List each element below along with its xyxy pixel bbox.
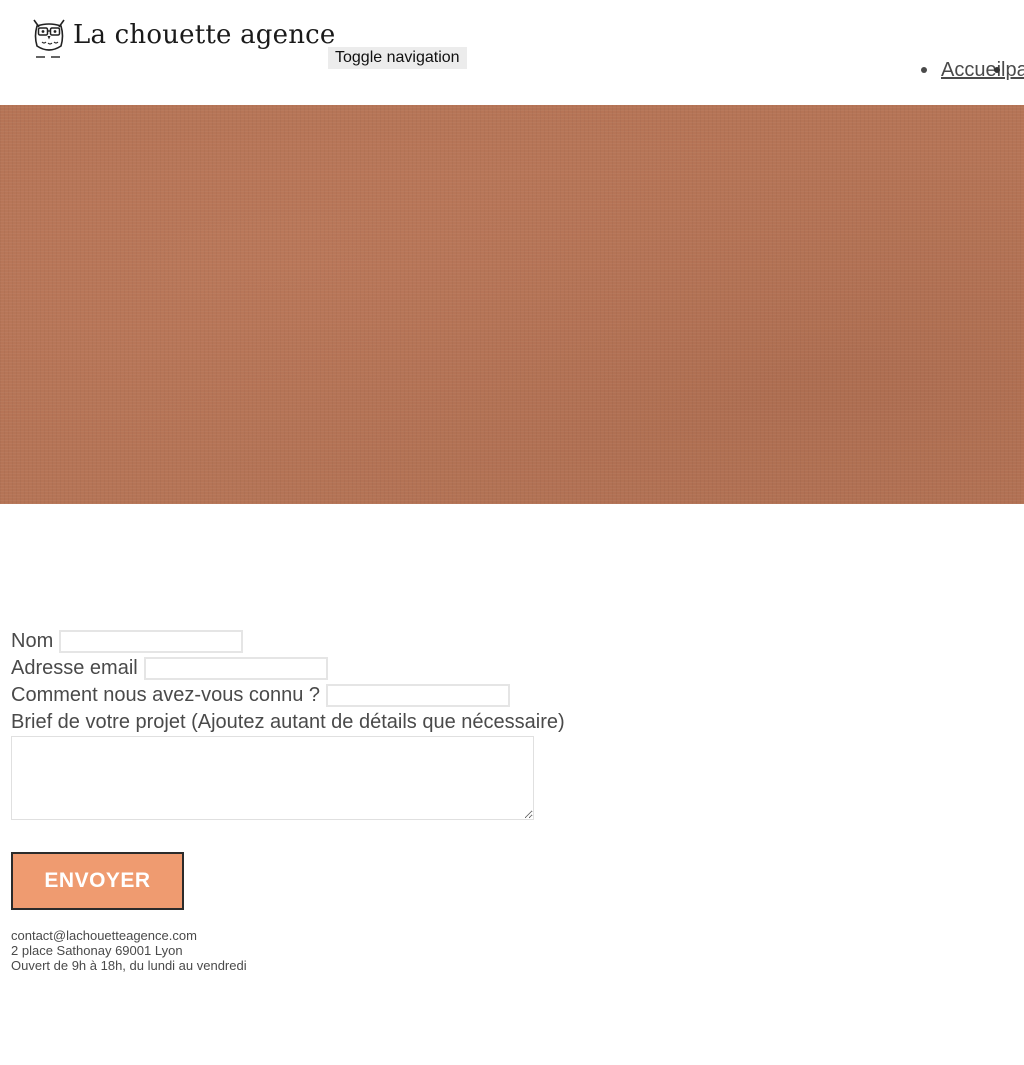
main-navigation: Accueilpa xyxy=(910,56,1024,84)
nav-link-accueil[interactable]: Accueilpa xyxy=(941,56,1024,84)
list-bullet-icon xyxy=(993,67,1000,73)
list-bullet-icon xyxy=(921,67,927,73)
submit-button[interactable]: ENVOYER xyxy=(11,852,184,910)
brief-textarea[interactable] xyxy=(11,736,534,820)
name-input[interactable] xyxy=(59,630,244,653)
source-label: Comment nous avez-vous connu ? xyxy=(11,684,321,706)
email-label: Adresse email xyxy=(11,657,138,679)
site-header: La chouette agence Toggle navigation Acc… xyxy=(0,0,1024,105)
brand-logo-link[interactable]: La chouette agence xyxy=(30,16,336,60)
opening-hours-text: Ouvert de 9h à 18h, du lundi au vendredi xyxy=(11,958,247,973)
email-row: Adresse email xyxy=(11,655,611,682)
contact-email-link[interactable]: contact@lachouetteagence.com xyxy=(11,928,197,943)
source-row: Comment nous avez-vous connu ? xyxy=(11,682,611,709)
address-text: 2 place Sathonay 69001 Lyon xyxy=(11,943,183,958)
hero-banner xyxy=(0,105,1024,504)
toggle-navigation-button[interactable]: Toggle navigation xyxy=(328,47,467,69)
contact-form: Nom Adresse email Comment nous avez-vous… xyxy=(11,628,611,910)
nav-list: Accueilpa xyxy=(910,56,1024,84)
source-input[interactable] xyxy=(326,684,511,707)
brand-name: La chouette agence xyxy=(73,20,336,50)
name-row: Nom xyxy=(11,628,611,655)
nav-item-accueil: Accueilpa xyxy=(910,56,1024,84)
name-label: Nom xyxy=(11,630,54,652)
owl-logo-icon xyxy=(33,19,65,58)
email-input[interactable] xyxy=(143,657,328,680)
brief-label: Brief de votre projet (Ajoutez autant de… xyxy=(11,711,565,733)
contact-info: contact@lachouetteagence.com 2 place Sat… xyxy=(11,928,247,973)
